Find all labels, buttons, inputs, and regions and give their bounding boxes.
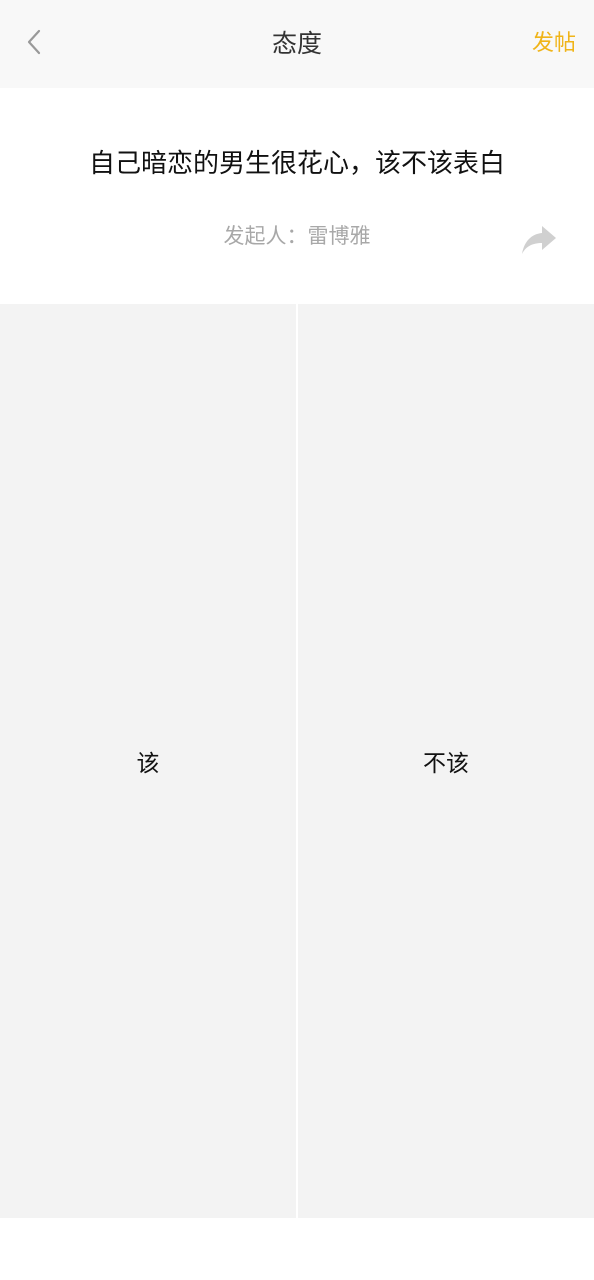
initiator-text: 发起人：雷博雅 xyxy=(223,224,371,248)
share-arrow-icon xyxy=(520,226,558,260)
vote-options: 该 不该 xyxy=(0,304,594,1218)
share-button[interactable] xyxy=(520,224,558,256)
question-title: 自己暗恋的男生很花心，该不该表白 xyxy=(88,149,505,179)
topic-header: 自己暗恋的男生很花心，该不该表白 发起人：雷博雅 xyxy=(0,88,594,304)
navigation-bar: 态度 发帖 xyxy=(0,0,594,88)
post-button[interactable]: 发帖 xyxy=(532,0,576,88)
option-no[interactable]: 不该 xyxy=(298,304,594,1218)
app-screen: 态度 发帖 自己暗恋的男生很花心，该不该表白 发起人：雷博雅 该 不该 xyxy=(0,0,594,1280)
option-yes[interactable]: 该 xyxy=(0,304,296,1218)
page-title: 态度 xyxy=(271,29,322,58)
